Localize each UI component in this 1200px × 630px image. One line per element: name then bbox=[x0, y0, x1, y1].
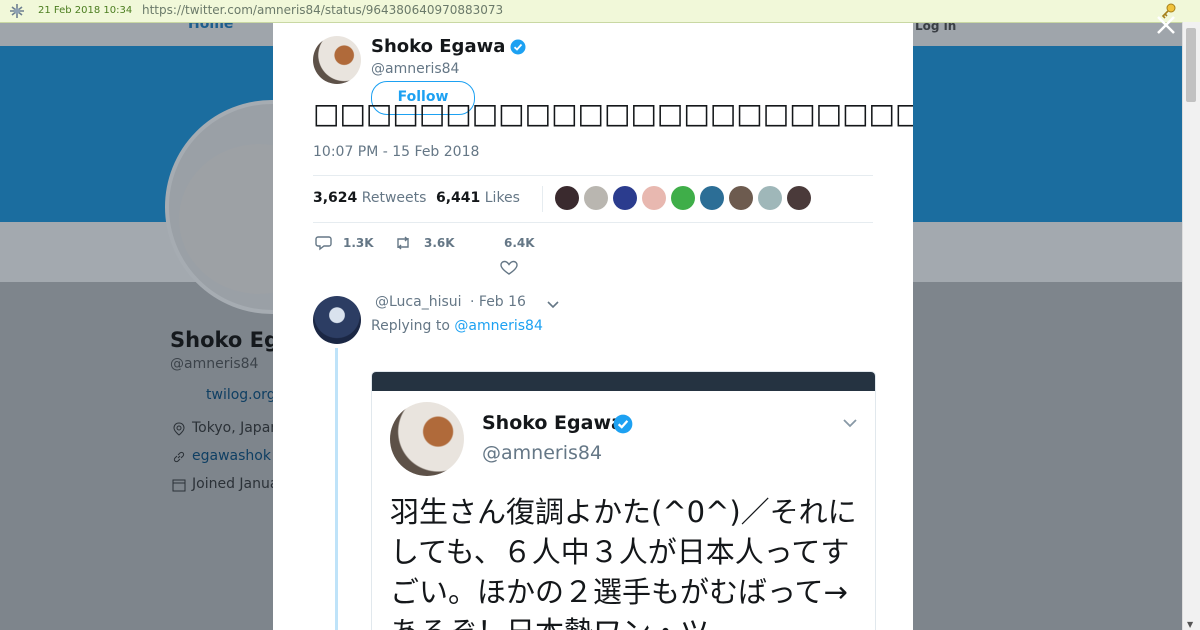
replying-handle-link[interactable]: @amneris84 bbox=[454, 318, 542, 334]
liker-avatar[interactable] bbox=[758, 186, 782, 210]
close-icon[interactable] bbox=[1155, 14, 1177, 36]
heart-icon[interactable] bbox=[500, 260, 518, 276]
liker-avatar[interactable] bbox=[700, 186, 724, 210]
image-top-bar bbox=[372, 372, 875, 391]
liker-avatar[interactable] bbox=[671, 186, 695, 210]
tweet-text: □□□□□□□□□□□□□□□□□□□□□□□□□□□□□□□□□□□□□□ □… bbox=[313, 97, 913, 130]
profile-handle: @amneris84 bbox=[170, 356, 259, 372]
embedded-verified-icon bbox=[613, 414, 633, 434]
author-handle[interactable]: @amneris84 bbox=[371, 61, 459, 77]
link-icon bbox=[173, 451, 185, 463]
retweets-label: Retweets bbox=[361, 190, 427, 206]
liker-avatar[interactable] bbox=[613, 186, 637, 210]
reply-count[interactable]: 1.3K bbox=[343, 236, 374, 250]
liker-avatar[interactable] bbox=[555, 186, 579, 210]
retweet-count[interactable]: 3.6K bbox=[424, 236, 455, 250]
replying-prefix: Replying to bbox=[371, 318, 450, 334]
profile-location: Tokyo, Japan bbox=[192, 420, 280, 436]
reply-icon[interactable] bbox=[315, 235, 333, 251]
reply-time[interactable]: · Feb 16 bbox=[470, 294, 526, 310]
archive-date: 21 Feb 2018 10:34 bbox=[38, 5, 133, 16]
retweet-icon[interactable] bbox=[394, 235, 412, 251]
profile-website[interactable]: twilog.org bbox=[206, 387, 276, 403]
stats-divider bbox=[542, 186, 543, 212]
embedded-name: Shoko Egawa bbox=[482, 412, 624, 434]
profile-name: Shoko Eg bbox=[170, 328, 280, 352]
likes-label: Likes bbox=[484, 190, 520, 206]
author-name[interactable]: Shoko Egawa bbox=[371, 36, 505, 57]
liker-avatar[interactable] bbox=[729, 186, 753, 210]
archive-toolbar: 21 Feb 2018 10:34 https://twitter.com/am… bbox=[0, 0, 1200, 23]
tweet-timestamp[interactable]: 10:07 PM - 15 Feb 2018 bbox=[313, 144, 479, 160]
scrollbar[interactable]: ▼ bbox=[1182, 22, 1200, 630]
tweet-modal: Shoko Egawa @amneris84 Follow □□□□□□□□□□… bbox=[273, 22, 913, 630]
liker-avatar[interactable] bbox=[584, 186, 608, 210]
retweets-stat[interactable]: 3,624 Retweets bbox=[313, 190, 426, 206]
reply-image[interactable]: Shoko Egawa @amneris84 羽生さん復調よかた(^0^)／それ… bbox=[371, 371, 876, 630]
retweets-count: 3,624 bbox=[313, 190, 358, 206]
archive-url[interactable]: https://twitter.com/amneris84/status/964… bbox=[142, 3, 503, 17]
thread-line bbox=[335, 348, 338, 630]
profile-joined: Joined Janua bbox=[192, 476, 279, 492]
embedded-avatar bbox=[390, 402, 464, 476]
reply-handle[interactable]: @Luca_hisui bbox=[375, 294, 462, 310]
liker-avatar[interactable] bbox=[642, 186, 666, 210]
chevron-down-icon[interactable] bbox=[546, 297, 560, 311]
likes-stat[interactable]: 6,441 Likes bbox=[436, 190, 520, 206]
embedded-chevron-icon bbox=[843, 419, 857, 428]
location-icon bbox=[173, 422, 185, 436]
reply-avatar[interactable] bbox=[313, 296, 361, 344]
calendar-icon bbox=[172, 479, 186, 492]
embedded-text: 羽生さん復調よかた(^0^)／それにしても、６人中３人が日本人ってすごい。ほかの… bbox=[390, 495, 857, 630]
embedded-handle: @amneris84 bbox=[482, 442, 603, 464]
replying-to: Replying to @amneris84 bbox=[371, 318, 543, 334]
profile-link[interactable]: egawashok bbox=[192, 448, 271, 464]
scrollbar-thumb[interactable] bbox=[1186, 28, 1196, 102]
verified-badge-icon bbox=[510, 39, 526, 55]
tweet-stats: 3,624 Retweets 6,441 Likes bbox=[313, 175, 873, 223]
scroll-down-arrow-icon[interactable]: ▼ bbox=[1187, 620, 1193, 629]
like-count[interactable]: 6.4K bbox=[504, 236, 535, 250]
liker-avatar[interactable] bbox=[787, 186, 811, 210]
likes-count: 6,441 bbox=[436, 190, 481, 206]
archive-logo-icon[interactable] bbox=[8, 3, 26, 19]
author-avatar[interactable] bbox=[313, 36, 361, 84]
